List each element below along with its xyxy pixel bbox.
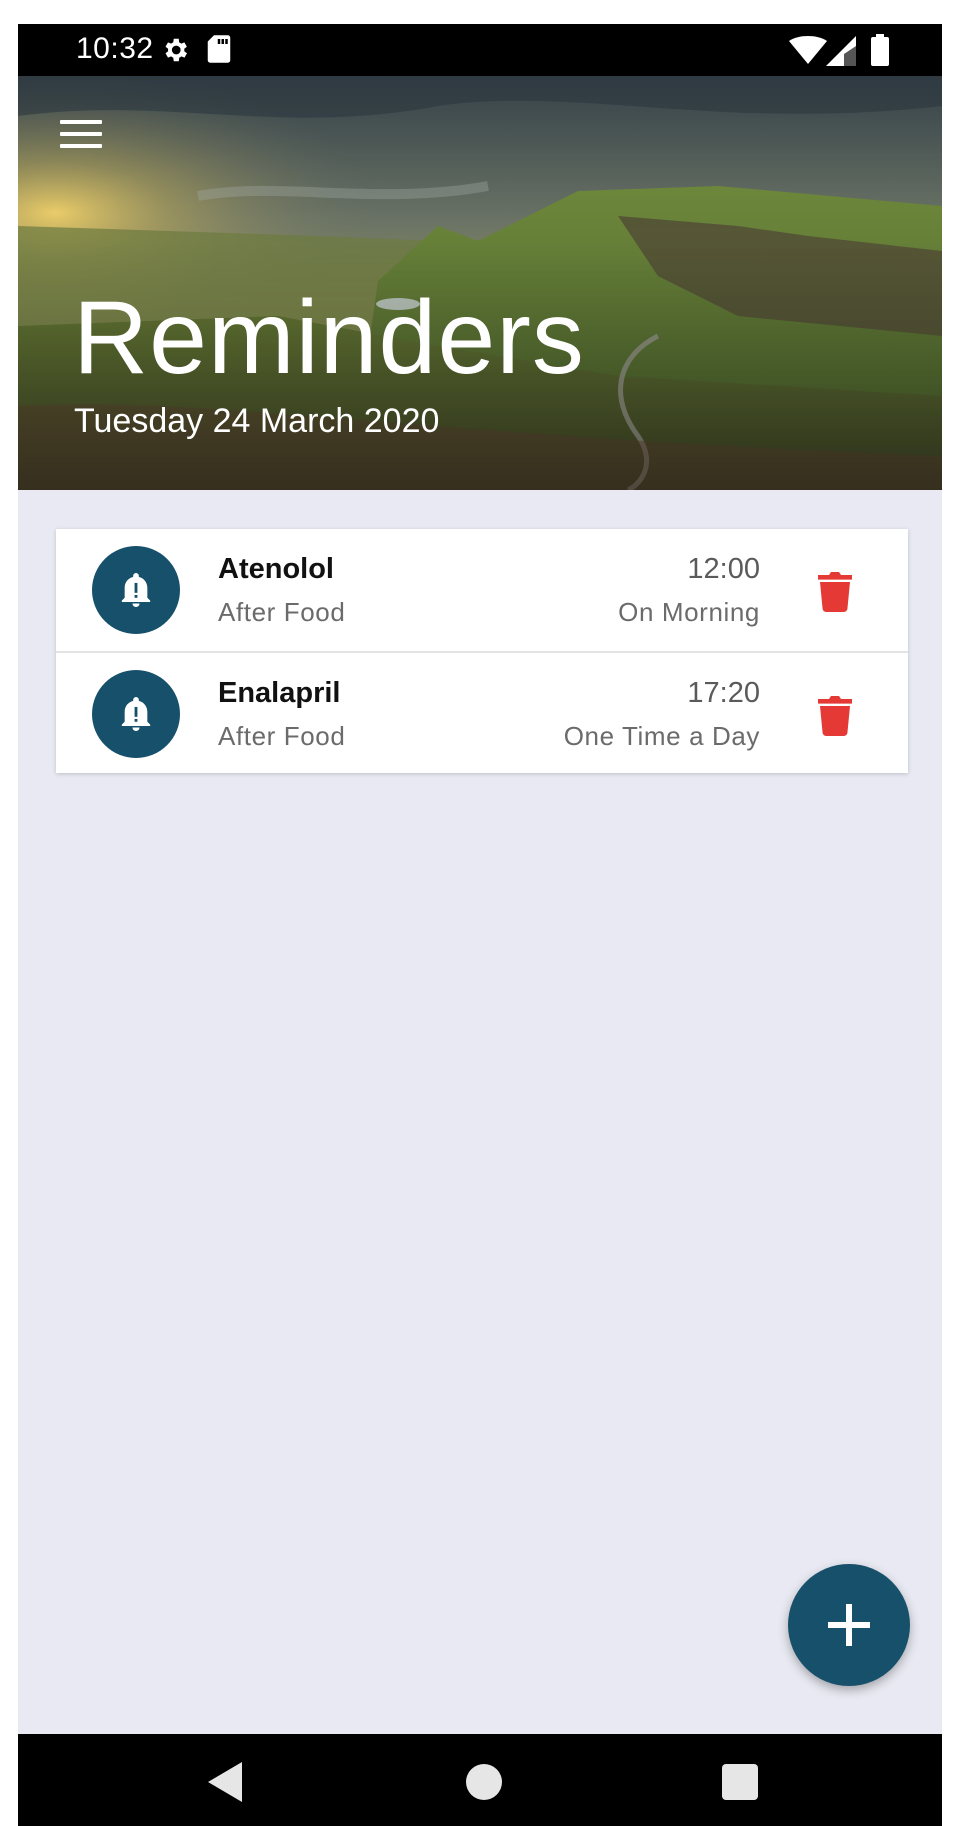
reminder-name: Atenolol <box>218 553 334 585</box>
reminder-frequency: On Morning <box>618 597 760 627</box>
delete-button[interactable] <box>808 688 862 742</box>
plus-icon <box>828 1604 870 1646</box>
sd-card-icon <box>206 34 232 69</box>
cellular-signal-icon <box>826 36 858 71</box>
menu-button[interactable] <box>48 106 118 168</box>
reminder-frequency: One Time a Day <box>563 721 760 751</box>
status-time: 10:32 <box>76 32 154 65</box>
trash-icon <box>818 572 852 612</box>
battery-icon <box>870 34 890 71</box>
reminder-avatar <box>92 546 180 634</box>
bell-alert-icon <box>121 697 151 731</box>
reminder-note: After Food <box>218 597 346 627</box>
header-banner: Reminders Tuesday 24 March 2020 <box>18 76 942 490</box>
list-item[interactable]: Enalapril After Food 17:20 One Time a Da… <box>56 651 908 773</box>
navigation-bar <box>18 1734 942 1826</box>
hamburger-menu-icon <box>60 120 102 124</box>
back-button[interactable] <box>206 1760 250 1804</box>
home-button[interactable] <box>464 1760 508 1804</box>
bell-alert-icon <box>121 573 151 607</box>
recents-icon <box>722 1764 758 1800</box>
current-date: Tuesday 24 March 2020 <box>74 402 440 440</box>
delete-button[interactable] <box>808 564 862 618</box>
gear-icon <box>160 35 190 70</box>
recents-button[interactable] <box>720 1760 764 1804</box>
wifi-icon <box>788 36 828 71</box>
back-icon <box>208 1762 242 1802</box>
reminder-name: Enalapril <box>218 677 341 709</box>
reminder-note: After Food <box>218 721 346 751</box>
reminder-avatar <box>92 670 180 758</box>
trash-icon <box>818 696 852 736</box>
reminder-time: 17:20 <box>687 677 760 709</box>
add-reminder-button[interactable] <box>788 1564 910 1686</box>
reminder-time: 12:00 <box>687 553 760 585</box>
page-title: Reminders <box>73 280 585 396</box>
phone-screen: 10:32 Reminders Tuesday 24 March 2020 At… <box>18 24 942 1826</box>
list-item[interactable]: Atenolol After Food 12:00 On Morning <box>56 529 908 651</box>
reminder-list: Atenolol After Food 12:00 On Morning Ena… <box>56 529 908 773</box>
status-bar: 10:32 <box>18 24 942 76</box>
home-icon <box>466 1764 502 1800</box>
